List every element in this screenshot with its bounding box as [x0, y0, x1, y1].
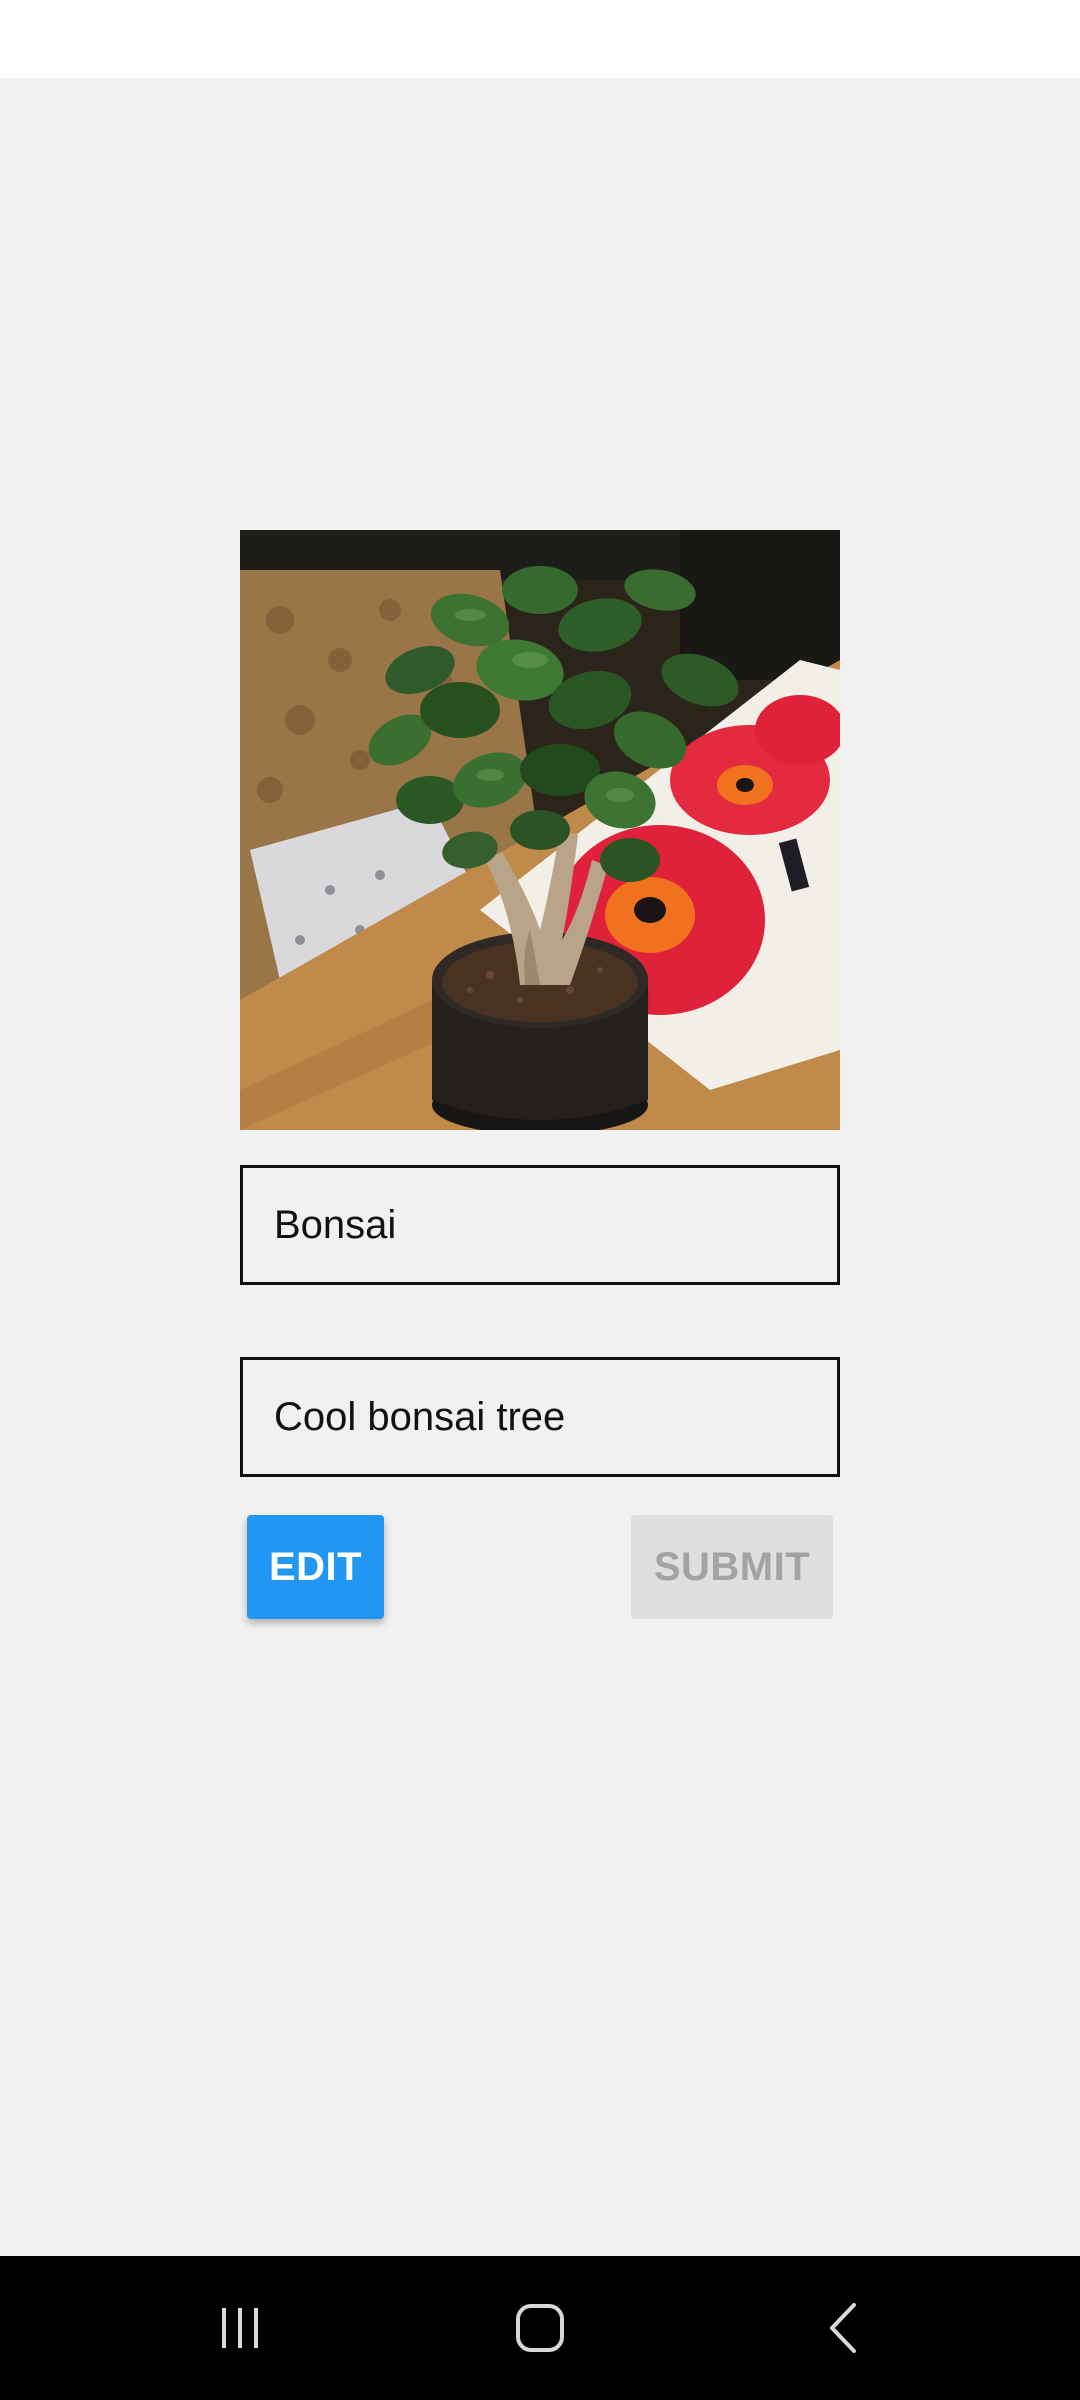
- back-icon: [830, 2303, 856, 2353]
- title-field-value: Bonsai: [274, 1202, 397, 1247]
- home-button[interactable]: [460, 2256, 620, 2400]
- home-icon: [516, 2304, 564, 2352]
- edit-button-label: EDIT: [268, 1544, 363, 1589]
- recents-icon: [222, 2308, 258, 2348]
- back-button[interactable]: [764, 2256, 924, 2400]
- submit-button-label: SUBMIT: [653, 1544, 811, 1589]
- description-field[interactable]: Cool bonsai tree: [240, 1357, 840, 1477]
- submit-button[interactable]: SUBMIT: [631, 1515, 833, 1619]
- description-field-value: Cool bonsai tree: [274, 1394, 566, 1439]
- title-field[interactable]: Bonsai: [240, 1165, 840, 1285]
- navigation-bar: [0, 2256, 1080, 2400]
- bonsai-photo: [240, 530, 840, 1130]
- edit-button[interactable]: EDIT: [247, 1515, 384, 1619]
- status-bar: [0, 0, 1080, 78]
- recents-button[interactable]: [160, 2256, 320, 2400]
